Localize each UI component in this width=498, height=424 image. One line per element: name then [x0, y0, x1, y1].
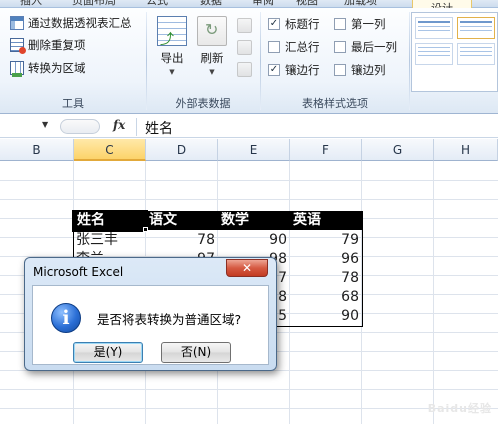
- summarize-pivot-button[interactable]: 通过数据透视表汇总: [10, 14, 132, 32]
- tab-review[interactable]: 审阅: [252, 0, 274, 8]
- checkbox-box: [334, 18, 346, 30]
- checkbox-box: ✓: [268, 64, 280, 76]
- insert-function-icon[interactable]: fx: [113, 118, 125, 132]
- banded-rows-label: 镶边行: [285, 63, 320, 77]
- column-header-d[interactable]: D: [146, 139, 218, 161]
- remove-duplicates-icon: [10, 38, 26, 54]
- swatch-line: [460, 26, 492, 27]
- excel-window: 插入 页面布局 公式 数据 审阅 视图 加载项 设计 通过数据透视表汇总 删除重…: [0, 0, 498, 424]
- tab-formulas[interactable]: 公式: [146, 0, 168, 8]
- refresh-label: 刷新: [200, 51, 224, 65]
- column-header-e[interactable]: E: [218, 139, 290, 161]
- swatch-line: [460, 21, 492, 23]
- gridline: [0, 408, 498, 409]
- chevron-down-icon: ▼: [169, 68, 175, 76]
- chevron-down-icon[interactable]: ▼: [42, 120, 48, 129]
- total-row-checkbox[interactable]: 汇总行: [268, 39, 320, 55]
- column-header-g[interactable]: G: [362, 139, 434, 161]
- swatch-line: [460, 51, 492, 52]
- column-header-h[interactable]: H: [434, 139, 498, 161]
- no-button[interactable]: 否(N): [161, 342, 231, 363]
- dialog-body: i 是否将表转换为普通区域? 是(Y) 否(N): [32, 285, 269, 365]
- column-header-f[interactable]: F: [290, 139, 362, 161]
- header-row-label: 标题行: [285, 17, 320, 31]
- close-button[interactable]: ✕: [226, 259, 268, 277]
- formula-separator: [136, 118, 137, 136]
- tab-view[interactable]: 视图: [296, 0, 318, 8]
- export-icon: [157, 16, 187, 49]
- total-row-label: 汇总行: [285, 40, 320, 54]
- group-label-tools: 工具: [62, 97, 84, 110]
- remove-duplicates-button[interactable]: 删除重复项: [10, 36, 86, 54]
- refresh-icon: [197, 16, 227, 46]
- summarize-pivot-label: 通过数据透视表汇总: [28, 16, 132, 30]
- remove-duplicates-label: 删除重复项: [28, 38, 86, 52]
- refresh-button[interactable]: 刷新 ▼: [192, 16, 232, 86]
- convert-confirm-dialog: Microsoft Excel ✕ i 是否将表转换为普通区域? 是(Y) 否(…: [24, 257, 277, 371]
- header-row-checkbox[interactable]: ✓ 标题行: [268, 16, 320, 32]
- banded-rows-checkbox[interactable]: ✓ 镶边行: [268, 62, 320, 78]
- yes-button[interactable]: 是(Y): [73, 342, 143, 363]
- tab-insert[interactable]: 插入: [20, 0, 42, 8]
- watermark: Baidu经验: [427, 402, 492, 415]
- first-column-label: 第一列: [351, 17, 386, 31]
- swatch-line: [418, 26, 450, 27]
- group-label-style-options: 表格样式选项: [302, 97, 368, 110]
- dialog-message: 是否将表转换为普通区域?: [97, 312, 242, 327]
- swatch-line: [418, 30, 450, 31]
- table-style-swatch[interactable]: [457, 43, 495, 65]
- group-separator: [409, 12, 410, 110]
- unlink-icon[interactable]: [237, 62, 252, 77]
- tab-page-layout[interactable]: 页面布局: [72, 0, 116, 8]
- info-icon: i: [51, 303, 81, 333]
- properties-icon[interactable]: [237, 18, 252, 33]
- ribbon: 通过数据透视表汇总 删除重复项 转换为区域 工具 导出 ▼ 刷新 ▼ 外部表数据: [0, 8, 498, 114]
- formula-bar: ▼ fx 姓名: [0, 116, 498, 138]
- convert-to-range-button[interactable]: 转换为区域: [10, 59, 86, 77]
- active-cell-selection: [72, 210, 148, 232]
- formula-input[interactable]: 姓名: [145, 118, 173, 138]
- open-in-browser-icon[interactable]: [237, 40, 252, 55]
- swatch-line: [418, 21, 450, 23]
- swatch-line: [418, 47, 450, 48]
- table-styles-gallery: [411, 12, 498, 92]
- convert-to-range-icon: [10, 61, 24, 77]
- fill-handle[interactable]: [143, 227, 148, 232]
- gridline: [433, 161, 434, 424]
- column-header-b[interactable]: B: [0, 139, 74, 161]
- banded-columns-label: 镶边列: [351, 63, 386, 77]
- gridline: [0, 180, 498, 181]
- group-label-external-data: 外部表数据: [175, 97, 231, 110]
- swatch-line: [418, 51, 450, 52]
- checkbox-box: [334, 64, 346, 76]
- gridline: [0, 389, 498, 390]
- tab-addins[interactable]: 加载项: [344, 0, 377, 8]
- banded-columns-checkbox[interactable]: 镶边列: [334, 62, 386, 78]
- convert-to-range-label: 转换为区域: [28, 61, 86, 75]
- table-style-swatch-selected[interactable]: [457, 17, 495, 39]
- dialog-title: Microsoft Excel: [33, 265, 124, 279]
- export-button[interactable]: 导出 ▼: [152, 16, 192, 86]
- table-style-swatch[interactable]: [415, 17, 453, 39]
- gridline: [0, 199, 498, 200]
- pivot-table-icon: [10, 16, 24, 30]
- table-style-swatch[interactable]: [415, 43, 453, 65]
- ribbon-tab-strip: 插入 页面布局 公式 数据 审阅 视图 加载项 设计: [0, 0, 498, 9]
- formula-bar-collapse-handle[interactable]: [60, 119, 100, 134]
- checkbox-box: [268, 41, 280, 53]
- checkbox-box: [334, 41, 346, 53]
- swatch-line: [460, 30, 492, 31]
- chevron-down-icon: ▼: [209, 68, 215, 76]
- swatch-line: [460, 47, 492, 48]
- last-column-checkbox[interactable]: 最后一列: [334, 39, 397, 55]
- last-column-label: 最后一列: [351, 40, 397, 54]
- first-column-checkbox[interactable]: 第一列: [334, 16, 386, 32]
- swatch-line: [418, 55, 450, 56]
- export-label: 导出: [160, 51, 184, 65]
- column-header-c[interactable]: C: [74, 139, 146, 161]
- checkbox-box: ✓: [268, 18, 280, 30]
- swatch-line: [460, 55, 492, 56]
- tab-data[interactable]: 数据: [200, 0, 222, 8]
